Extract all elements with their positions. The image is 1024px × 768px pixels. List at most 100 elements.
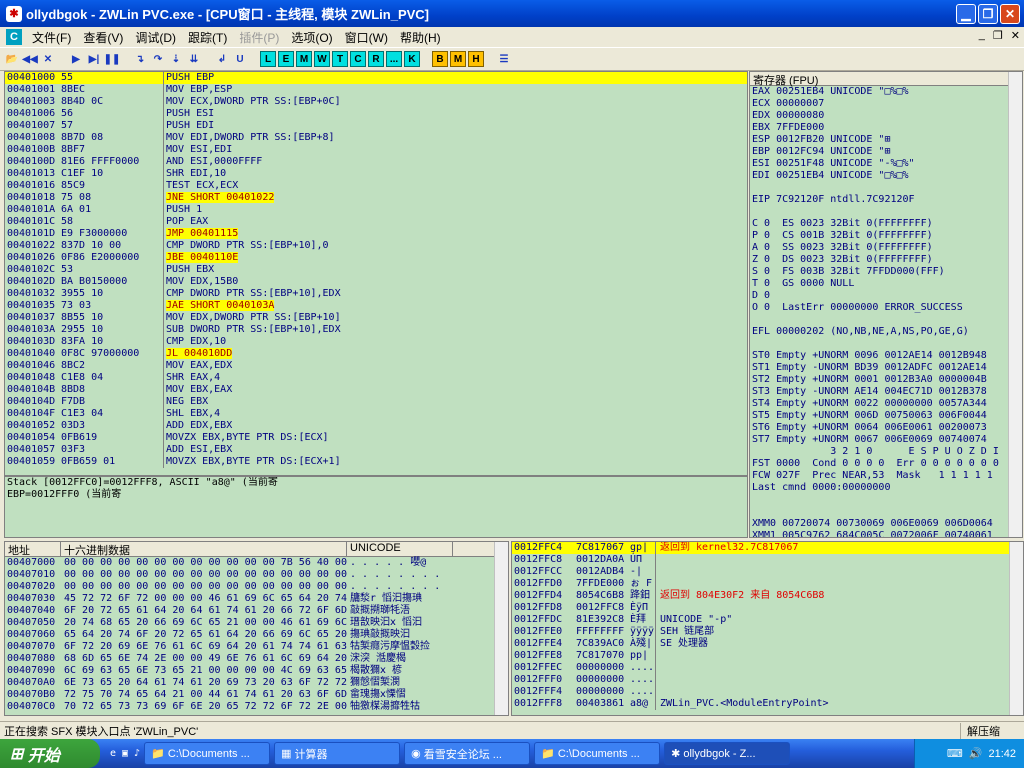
menu-plugins[interactable]: 插件(P) xyxy=(233,29,285,46)
disasm-row[interactable]: 00401040 0F8C 97000000 JL 004010DD xyxy=(5,348,747,360)
register-line[interactable]: ST0 Empty +UNORM 0096 0012AE14 0012B948 xyxy=(750,350,1022,362)
disasm-row[interactable]: 00401054 0FB619 MOVZX EBX,BYTE PTR DS:[ECX… xyxy=(5,432,747,444)
goto-user-code-icon[interactable]: U xyxy=(232,51,248,67)
memory-dump-pane[interactable]: 地址 十六进制数据 UNICODE 00407000 00 00 00 00 00… xyxy=(4,541,509,716)
disasm-row[interactable]: 0040100D 81E6 FFFF0000 AND ESI,0000FFFF xyxy=(5,156,747,168)
register-line[interactable]: EBP 0012FC94 UNICODE "⊞ xyxy=(750,146,1022,158)
task-ollydbg[interactable]: ✱ ollydbgok - Z... xyxy=(664,742,790,765)
dump-row[interactable]: 00407070 6F 72 20 69 6E 76 61 6C 69 64 20… xyxy=(5,641,508,653)
disasm-row[interactable]: 00401022 837D 10 00 CMP DWORD PTR SS:[EBP+… xyxy=(5,240,747,252)
toolbar-modules-button[interactable]: E xyxy=(278,51,294,67)
disasm-row[interactable]: 00401001 8BEC MOV EBP,ESP xyxy=(5,84,747,96)
register-line[interactable]: ST3 Empty -UNORM AE14 004EC71D 0012B378 xyxy=(750,386,1022,398)
menu-debug[interactable]: 调试(D) xyxy=(129,29,182,46)
disasm-row[interactable]: 00401032 3955 10 CMP DWORD PTR SS:[EBP+10]… xyxy=(5,288,747,300)
dump-header-hex[interactable]: 十六进制数据 xyxy=(61,542,347,556)
rewind-icon[interactable]: ◀◀ xyxy=(22,51,38,67)
task-documents-2[interactable]: 📁 C:\Documents ... xyxy=(534,742,660,765)
register-line[interactable] xyxy=(750,314,1022,326)
stack-row[interactable]: 0012FFE0 FFFFFFFF ÿÿÿÿ SEH 链尾部 xyxy=(512,626,1023,638)
stack-row[interactable]: 0012FFF4 00000000.... xyxy=(512,686,1023,698)
stack-row[interactable]: 0012FFC8 0012DA0A ÚΠ xyxy=(512,554,1023,566)
disasm-row[interactable]: 0040103A 2955 10 SUB DWORD PTR SS:[EBP+10]… xyxy=(5,324,747,336)
toolbar-memory-button[interactable]: M xyxy=(296,51,312,67)
desktop-icon[interactable]: ▣ xyxy=(122,748,128,759)
disasm-row[interactable]: 00401052 03D3 ADD EDX,EBX xyxy=(5,420,747,432)
toolbar-runtrace-button[interactable]: ... xyxy=(386,51,402,67)
execute-till-return-icon[interactable]: ↲ xyxy=(214,51,230,67)
menu-help[interactable]: 帮助(H) xyxy=(394,29,447,46)
disasm-row[interactable]: 00401059 0FB659 01 MOVZX EBX,BYTE PTR DS:[… xyxy=(5,456,747,468)
registers-scrollbar[interactable] xyxy=(1008,72,1022,537)
register-line[interactable]: EBX 7FFDE000 xyxy=(750,122,1022,134)
step-over-icon[interactable]: ↷ xyxy=(150,51,166,67)
disasm-row[interactable]: 0040100B 8BF7 MOV ESI,EDI xyxy=(5,144,747,156)
dump-row[interactable]: 00407060 65 64 20 74 6F 20 72 65 61 64 20… xyxy=(5,629,508,641)
register-line[interactable]: S 0 FS 003B 32Bit 7FFDD000(FFF) xyxy=(750,266,1022,278)
mdi-minimize-button[interactable]: _ xyxy=(979,29,985,42)
step-run-icon[interactable]: ▶| xyxy=(86,51,102,67)
disasm-row[interactable]: 0040104B 8BD8 MOV EBX,EAX xyxy=(5,384,747,396)
register-line[interactable]: ESI 00251F48 UNICODE "-%□%" xyxy=(750,158,1022,170)
disasm-row[interactable]: 0040102C 53 PUSH EBX xyxy=(5,264,747,276)
register-line[interactable] xyxy=(750,182,1022,194)
disasm-row[interactable]: 00401008 8B7D 08 MOV EDI,DWORD PTR SS:[EBP… xyxy=(5,132,747,144)
stack-row[interactable]: 0012FFCC 0012ADB4 -| xyxy=(512,566,1023,578)
register-line[interactable]: Z 0 DS 0023 32Bit 0(FFFFFFFF) xyxy=(750,254,1022,266)
menu-view[interactable]: 查看(V) xyxy=(77,29,129,46)
dump-row[interactable]: 00407040 6F 20 72 65 61 64 20 64 61 74 61… xyxy=(5,605,508,617)
register-line[interactable] xyxy=(750,206,1022,218)
menu-window[interactable]: 窗口(W) xyxy=(339,29,394,46)
stack-row[interactable]: 0012FFC4 7C817067 gp| 返回到 kernel32.7C817067 xyxy=(512,542,1023,554)
restore-button[interactable]: ❐ xyxy=(978,4,998,24)
stack-row[interactable]: 0012FFD8 0012FFC8 ÈÿΠ xyxy=(512,602,1023,614)
disassembly-pane[interactable]: 00401000 55 PUSH EBP 00401001 8BEC MOV EBP,ES… xyxy=(4,71,748,476)
dump-row[interactable]: 004070A0 6E 73 65 20 64 61 74 61 20 69 73… xyxy=(5,677,508,689)
register-line[interactable]: ECX 00000007 xyxy=(750,98,1022,110)
register-line[interactable]: ST7 Empty +UNORM 0067 006E0069 00740074 xyxy=(750,434,1022,446)
disasm-row[interactable]: 0040104D F7DB NEG EBX xyxy=(5,396,747,408)
disasm-row[interactable]: 0040101D E9 F3000000 JMP 00401115 xyxy=(5,228,747,240)
ie-icon[interactable]: e xyxy=(110,748,116,759)
task-firefox[interactable]: ◉ 看雪安全论坛 ... xyxy=(404,742,530,765)
register-line[interactable]: A 0 SS 0023 32Bit 0(FFFFFFFF) xyxy=(750,242,1022,254)
stack-row[interactable]: 0012FFF8 00403861 a8@ ZWLin_PVC.<ModuleEntr… xyxy=(512,698,1023,710)
register-line[interactable]: D 0 xyxy=(750,290,1022,302)
run-icon[interactable]: ▶ xyxy=(68,51,84,67)
dump-row[interactable]: 00407010 00 00 00 00 00 00 00 00 00 00 00… xyxy=(5,569,508,581)
disasm-row[interactable]: 00401006 56 PUSH ESI xyxy=(5,108,747,120)
disasm-row[interactable]: 0040103D 83FA 10 CMP EDX,10 xyxy=(5,336,747,348)
disasm-row[interactable]: 00401007 57 PUSH EDI xyxy=(5,120,747,132)
open-icon[interactable]: 📂 xyxy=(4,51,20,67)
stack-row[interactable]: 0012FFE4 7C839AC0 À殘| SE 处理器 xyxy=(512,638,1023,650)
close-debug-icon[interactable]: ✕ xyxy=(40,51,56,67)
register-line[interactable] xyxy=(750,338,1022,350)
mdi-close-button[interactable]: ✕ xyxy=(1011,29,1020,42)
toolbar-cpu-button[interactable]: C xyxy=(350,51,366,67)
toolbar-threads-button[interactable]: T xyxy=(332,51,348,67)
stack-row[interactable]: 0012FFF0 00000000.... xyxy=(512,674,1023,686)
register-line[interactable]: Last cmnd 0000:00000000 xyxy=(750,482,1022,494)
stack-row[interactable]: 0012FFE8 7C817070 pp| xyxy=(512,650,1023,662)
disasm-row[interactable]: 00401000 55 PUSH EBP xyxy=(5,72,747,84)
stack-row[interactable]: 0012FFDC 81E392C8 È拜 UNICODE "-p" xyxy=(512,614,1023,626)
disasm-row[interactable]: 00401016 85C9 TEST ECX,ECX xyxy=(5,180,747,192)
trace-over-icon[interactable]: ⇊ xyxy=(186,51,202,67)
registers-pane[interactable]: 寄存器 (FPU) EAX 00251EB4 UNICODE "□%□% ECX … xyxy=(749,71,1023,538)
register-line[interactable]: P 0 CS 001B 32Bit 0(FFFFFFFF) xyxy=(750,230,1022,242)
disasm-row[interactable]: 00401003 8B4D 0C MOV ECX,DWORD PTR SS:[EBP… xyxy=(5,96,747,108)
disasm-row[interactable]: 00401048 C1E8 04 SHR EAX,4 xyxy=(5,372,747,384)
dump-row[interactable]: 00407090 6C 69 63 65 6E 73 65 21 00 00 00… xyxy=(5,665,508,677)
disasm-row[interactable]: 0040101C 58 POP EAX xyxy=(5,216,747,228)
disasm-row[interactable]: 0040101A 6A 01 PUSH 1 xyxy=(5,204,747,216)
register-line[interactable]: ST2 Empty +UNORM 0001 0012B3A0 0000004B xyxy=(750,374,1022,386)
dump-row[interactable]: 004070C0 70 72 65 73 73 69 6F 6E 20 65 72… xyxy=(5,701,508,713)
register-line[interactable]: ST1 Empty -UNORM BD39 0012ADFC 0012AE14 xyxy=(750,362,1022,374)
register-line[interactable]: ESP 0012FB20 UNICODE "⊞ xyxy=(750,134,1022,146)
disasm-row[interactable]: 00401057 03F3 ADD ESI,EBX xyxy=(5,444,747,456)
register-line[interactable]: ST6 Empty +UNORM 0064 006E0061 00200073 xyxy=(750,422,1022,434)
trace-into-icon[interactable]: ⇣ xyxy=(168,51,184,67)
mdi-restore-button[interactable]: ❐ xyxy=(993,29,1003,42)
minimize-button[interactable]: ▁ xyxy=(956,4,976,24)
disasm-row[interactable]: 00401037 8B55 10 MOV EDX,DWORD PTR SS:[EBP… xyxy=(5,312,747,324)
